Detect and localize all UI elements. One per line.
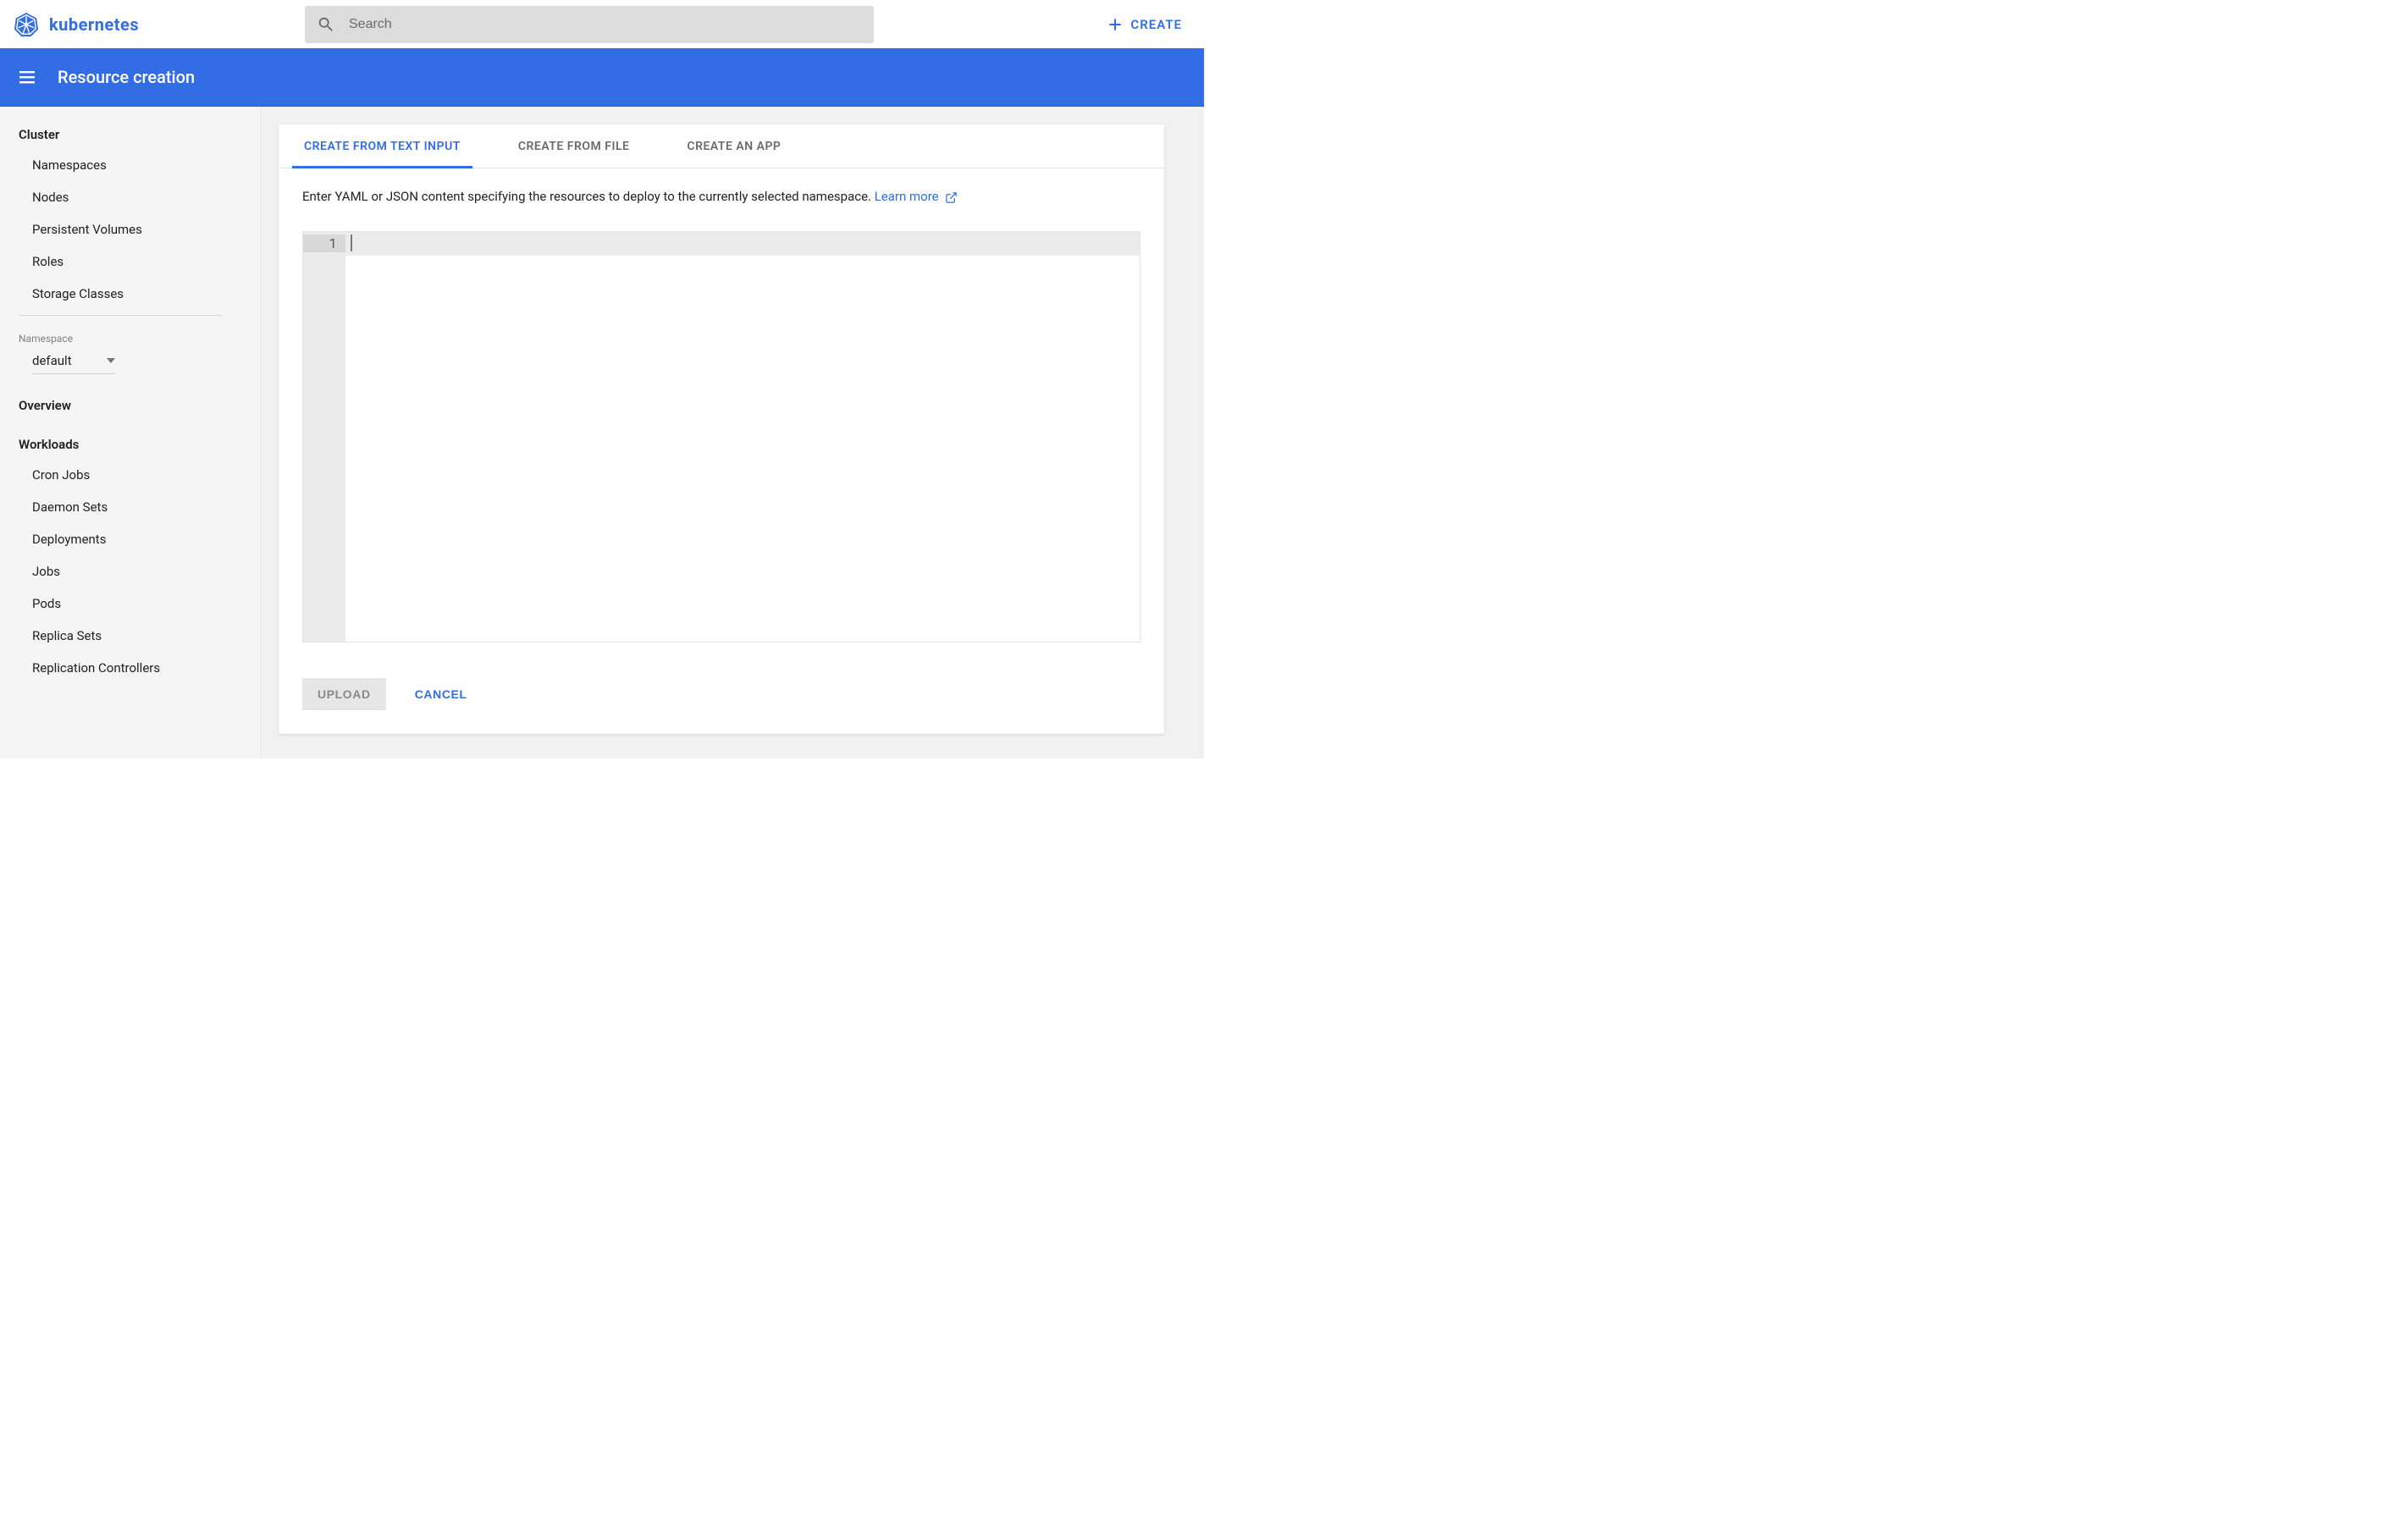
learn-more-link[interactable]: Learn more [875,189,958,204]
create-card: CREATE FROM TEXT INPUT CREATE FROM FILE … [279,124,1164,734]
namespace-selected: default [32,353,72,368]
active-line-highlight [345,232,1140,256]
sidebar-item-replica-sets[interactable]: Replica Sets [0,620,260,652]
sidebar-item-nodes[interactable]: Nodes [0,181,260,213]
sidebar-divider [19,315,222,316]
tab-create-from-text[interactable]: CREATE FROM TEXT INPUT [292,124,472,168]
chevron-down-icon [107,358,115,363]
namespace-select[interactable]: default [32,348,115,374]
hamburger-icon [17,67,37,87]
editor-cursor [351,234,352,251]
yaml-editor[interactable]: 1 [302,231,1140,643]
plus-icon [1107,16,1124,33]
sidebar-item-storage-classes[interactable]: Storage Classes [0,278,260,310]
search-input[interactable] [349,17,862,32]
sidebar-item-roles[interactable]: Roles [0,245,260,278]
sidebar-item-pods[interactable]: Pods [0,587,260,620]
cancel-button[interactable]: CANCEL [415,687,467,701]
editor-code-area[interactable] [345,232,1140,642]
create-button[interactable]: CREATE [1107,16,1190,33]
tabs: CREATE FROM TEXT INPUT CREATE FROM FILE … [279,124,1164,168]
search-icon [317,15,335,34]
sidebar-section-cluster[interactable]: Cluster [0,119,260,149]
tab-create-an-app[interactable]: CREATE AN APP [675,124,793,168]
upload-button[interactable]: UPLOAD [302,678,386,710]
sidebar-item-jobs[interactable]: Jobs [0,555,260,587]
sidebar-item-persistent-volumes[interactable]: Persistent Volumes [0,213,260,245]
menu-button[interactable] [12,62,42,92]
instruction-text: Enter YAML or JSON content specifying th… [302,189,1140,204]
sidebar-item-replication-controllers[interactable]: Replication Controllers [0,652,260,684]
actions-row: UPLOAD CANCEL [279,654,1164,734]
line-number-1: 1 [303,234,345,252]
sidebar: Cluster Namespaces Nodes Persistent Volu… [0,107,261,758]
sidebar-item-deployments[interactable]: Deployments [0,523,260,555]
page-title: Resource creation [58,67,195,87]
kubernetes-logo-icon [14,12,39,37]
headerbar: Resource creation [0,48,1204,107]
namespace-label: Namespace [0,321,260,348]
main-content: CREATE FROM TEXT INPUT CREATE FROM FILE … [261,107,1204,758]
panel: Enter YAML or JSON content specifying th… [279,168,1164,654]
search-box[interactable] [305,6,874,43]
sidebar-item-cron-jobs[interactable]: Cron Jobs [0,459,260,491]
brand[interactable]: kubernetes [14,12,305,37]
topbar: kubernetes CREATE [0,0,1204,48]
tab-create-from-file[interactable]: CREATE FROM FILE [506,124,642,168]
brand-name: kubernetes [49,14,139,35]
sidebar-item-daemon-sets[interactable]: Daemon Sets [0,491,260,523]
editor-gutter: 1 [303,232,345,642]
sidebar-item-namespaces[interactable]: Namespaces [0,149,260,181]
external-link-icon [945,191,958,204]
search-wrap [305,6,1107,43]
create-label: CREATE [1130,17,1182,32]
instruction-label: Enter YAML or JSON content specifying th… [302,189,875,204]
sidebar-section-workloads[interactable]: Workloads [0,420,260,459]
sidebar-section-overview[interactable]: Overview [0,378,260,420]
